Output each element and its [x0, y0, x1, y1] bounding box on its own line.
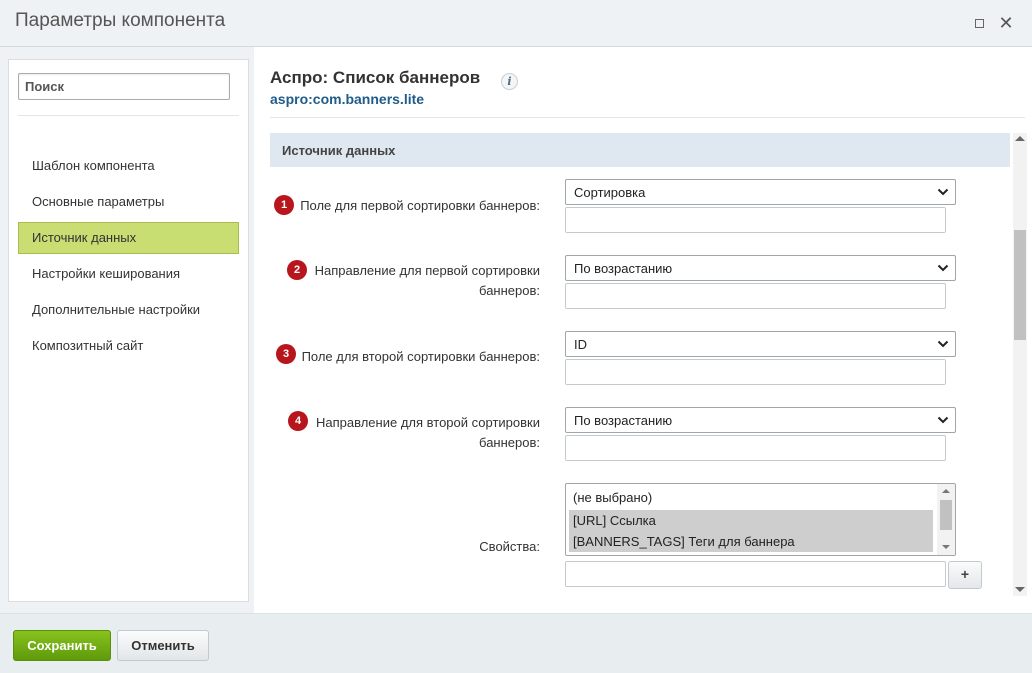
sort-field-1-select[interactable]: Сортировка: [565, 179, 956, 205]
scroll-thumb[interactable]: [1014, 230, 1026, 340]
select-value: По возрастанию: [574, 413, 673, 428]
component-code: aspro:com.banners.lite: [270, 91, 425, 107]
sort-order-1-select[interactable]: По возрастанию: [565, 255, 956, 281]
chevron-down-icon: [937, 340, 949, 348]
chevron-down-icon: [937, 188, 949, 196]
list-item[interactable]: (не выбрано): [569, 487, 933, 508]
field-label: Поле для первой сортировки баннеров:: [284, 196, 540, 216]
save-button[interactable]: Сохранить: [13, 630, 111, 661]
list-item[interactable]: [BANNERS_TAGS] Теги для баннера: [569, 531, 933, 552]
sort-field-1-input[interactable]: [565, 207, 946, 233]
sidebar-item-composite[interactable]: Композитный сайт: [18, 330, 239, 362]
scroll-down-icon[interactable]: [942, 545, 950, 549]
sort-order-2-select[interactable]: По возрастанию: [565, 407, 956, 433]
sort-order-2-input[interactable]: [565, 435, 946, 461]
field-label: Направление для второй сортировки баннер…: [284, 413, 540, 453]
select-value: По возрастанию: [574, 261, 673, 276]
dialog-footer: Сохранить Отменить: [0, 613, 1032, 673]
sidebar-item-caching[interactable]: Настройки кеширования: [18, 258, 239, 290]
sidebar: Шаблон компонента Основные параметры Ист…: [8, 59, 249, 602]
close-icon[interactable]: ✕: [997, 14, 1015, 32]
sidebar-item-template[interactable]: Шаблон компонента: [18, 150, 239, 182]
sort-field-2-input[interactable]: [565, 359, 946, 385]
dialog-content: Шаблон компонента Основные параметры Ист…: [0, 47, 1032, 613]
field-label-line: Направление для первой сортировки: [314, 263, 540, 278]
field-label-line: Поле для первой сортировки баннеров:: [300, 198, 540, 213]
field-label-line: Направление для второй сортировки: [316, 415, 540, 430]
info-icon[interactable]: i: [501, 73, 518, 90]
window-title: Параметры компонента: [15, 10, 226, 31]
add-property-button[interactable]: +: [948, 561, 982, 589]
field-label-line: баннеров:: [479, 435, 540, 450]
field-label: Поле для второй сортировки баннеров:: [284, 347, 540, 367]
scroll-up-icon[interactable]: [1015, 136, 1025, 141]
listbox-scrollbar[interactable]: [937, 484, 955, 555]
chevron-down-icon: [937, 416, 949, 424]
section-title: Источник данных: [282, 143, 396, 158]
properties-input[interactable]: [565, 561, 946, 587]
search-input[interactable]: [18, 73, 230, 100]
select-value: ID: [574, 337, 587, 352]
sidebar-divider: [18, 115, 239, 116]
properties-listbox[interactable]: (не выбрано) [URL] Ссылка [BANNERS_TAGS]…: [565, 483, 956, 556]
cancel-button[interactable]: Отменить: [117, 630, 209, 661]
sort-field-2-select[interactable]: ID: [565, 331, 956, 357]
select-value: Сортировка: [574, 185, 646, 200]
component-title: Аспро: Список баннеров: [270, 68, 481, 87]
scroll-down-icon[interactable]: [1015, 587, 1025, 592]
scroll-thumb[interactable]: [940, 500, 952, 530]
properties-label: Свойства:: [479, 539, 540, 554]
sidebar-item-additional[interactable]: Дополнительные настройки: [18, 294, 239, 326]
list-item[interactable]: [URL] Ссылка: [569, 510, 933, 531]
maximize-icon[interactable]: [970, 14, 988, 32]
field-label-line: Поле для второй сортировки баннеров:: [301, 349, 540, 364]
field-label-line: баннеров:: [479, 283, 540, 298]
field-label: Направление для первой сортировки баннер…: [284, 261, 540, 301]
main-panel: Аспро: Список баннеров i aspro:com.banne…: [254, 47, 1032, 613]
header-divider: [270, 117, 1025, 118]
chevron-down-icon: [937, 264, 949, 272]
scroll-up-icon[interactable]: [942, 489, 950, 493]
sidebar-item-basic-params[interactable]: Основные параметры: [18, 186, 239, 218]
section-header: Источник данных: [270, 133, 1010, 167]
sidebar-item-data-source[interactable]: Источник данных: [18, 222, 239, 254]
main-scrollbar[interactable]: [1013, 133, 1027, 596]
window-titlebar: Параметры компонента ✕: [0, 0, 1032, 47]
sort-order-1-input[interactable]: [565, 283, 946, 309]
